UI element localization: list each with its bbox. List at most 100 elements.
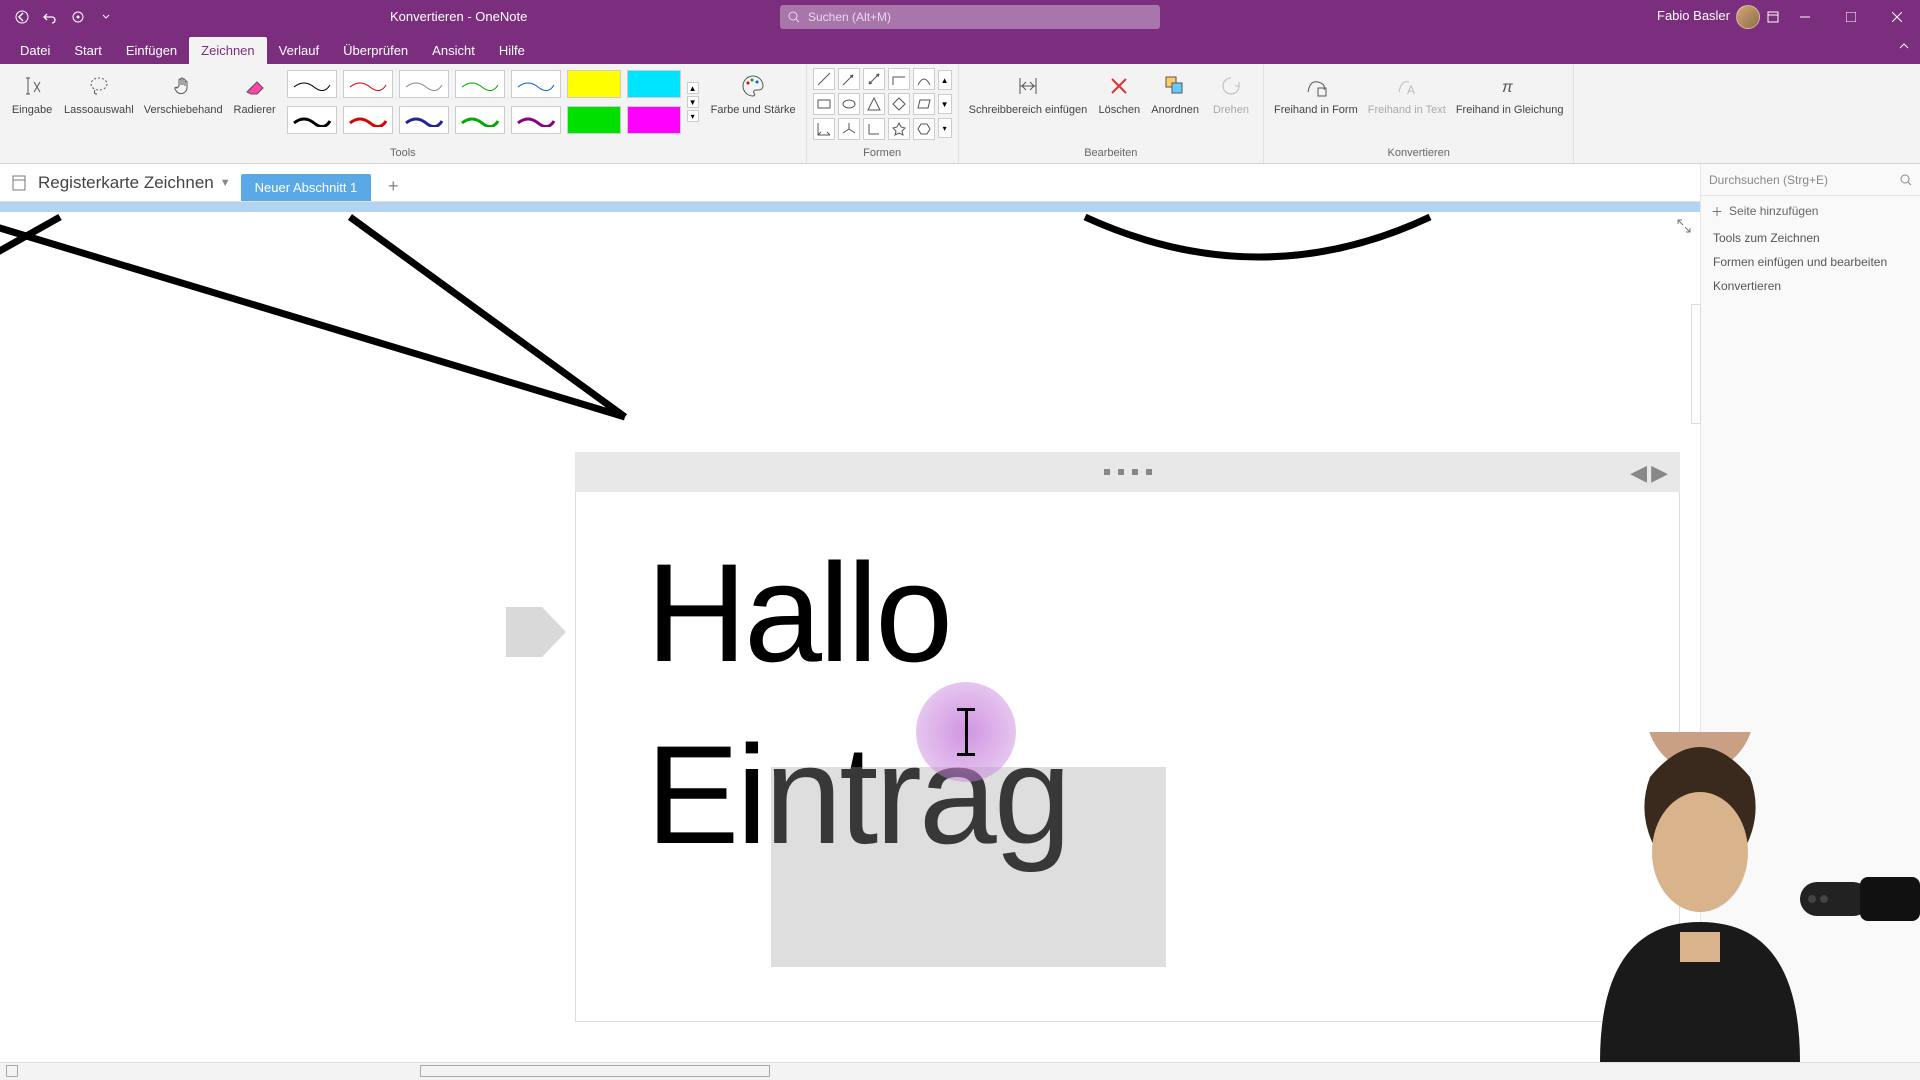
tab-start[interactable]: Start [62, 37, 113, 64]
pen-green-thick[interactable] [455, 106, 505, 134]
search-icon [1900, 174, 1912, 186]
gallery-more-icon[interactable]: ▾ [687, 110, 699, 122]
anordnen-button[interactable]: Anordnen [1147, 68, 1203, 119]
shape-double-arrow[interactable] [863, 68, 885, 90]
highlighter-yellow[interactable] [567, 70, 621, 98]
pen-red-thick[interactable] [343, 106, 393, 134]
shapes-down-icon[interactable]: ▼ [938, 94, 952, 114]
pen-black-thin[interactable] [287, 70, 337, 98]
group-label-tools: Tools [390, 147, 416, 161]
text-selection [771, 767, 1166, 967]
shape-ellipse[interactable] [838, 93, 860, 115]
search-box[interactable]: Suchen (Alt+M) [780, 5, 1160, 29]
pen-red-thin[interactable] [343, 70, 393, 98]
shape-axis-2d[interactable] [863, 118, 885, 140]
page-item-0[interactable]: Tools zum Zeichnen [1701, 226, 1920, 250]
tab-einfuegen[interactable]: Einfügen [114, 37, 189, 64]
ink-to-shape-icon [1300, 70, 1332, 102]
note-next-icon[interactable]: ▶ [1651, 460, 1668, 486]
svg-text:π: π [1502, 79, 1513, 96]
qat-dropdown-icon[interactable] [96, 7, 116, 27]
page-item-1[interactable]: Formen einfügen und bearbeiten [1701, 250, 1920, 274]
hand-icon [167, 70, 199, 102]
touch-mode-icon[interactable] [68, 7, 88, 27]
pen-blue-thick[interactable] [399, 106, 449, 134]
canvas[interactable]: ◀ ▶ Hallo Eintrag [0, 202, 1700, 1062]
add-page-button[interactable]: ＋ Seite hinzufügen [1701, 196, 1920, 226]
shape-arrow[interactable] [838, 68, 860, 90]
shapes-up-icon[interactable]: ▲ [938, 70, 952, 90]
shape-curve[interactable] [913, 68, 935, 90]
highlighter-green[interactable] [567, 106, 621, 134]
tab-hilfe[interactable]: Hilfe [487, 37, 537, 64]
tab-datei[interactable]: Datei [8, 37, 62, 64]
shape-triangle[interactable] [863, 93, 885, 115]
tab-ansicht[interactable]: Ansicht [420, 37, 487, 64]
loeschen-button[interactable]: Löschen [1093, 68, 1145, 119]
qat [0, 7, 116, 27]
section-tab[interactable]: Neuer Abschnitt 1 [241, 174, 372, 201]
ribbon-group-tools: Eingabe Lassoauswahl Verschiebehand Radi… [0, 64, 807, 163]
avatar[interactable] [1736, 5, 1760, 29]
pen-purple-thick[interactable] [511, 106, 561, 134]
notebook-name[interactable]: Registerkarte Zeichnen ▼ [38, 173, 231, 193]
minimize-button[interactable] [1782, 0, 1828, 34]
page-thumb[interactable] [1691, 304, 1701, 424]
user-name[interactable]: Fabio Basler [1657, 8, 1730, 23]
tab-verlauf[interactable]: Verlauf [267, 37, 331, 64]
drag-handle-icon[interactable] [1104, 469, 1152, 475]
gallery-up-icon[interactable]: ▲ [687, 82, 699, 94]
gallery-down-icon[interactable]: ▼ [687, 96, 699, 108]
shape-rect[interactable] [813, 93, 835, 115]
hand-button[interactable]: Verschiebehand [140, 68, 227, 119]
back-icon[interactable] [12, 7, 32, 27]
eingabe-button[interactable]: Eingabe [6, 68, 58, 119]
shape-diamond[interactable] [888, 93, 910, 115]
page-item-2[interactable]: Konvertieren [1701, 274, 1920, 298]
ribbon-display-icon[interactable] [1766, 10, 1780, 24]
collapse-ribbon-icon[interactable] [1898, 40, 1910, 52]
lasso-button[interactable]: Lassoauswahl [60, 68, 138, 119]
page-search[interactable]: Durchsuchen (Strg+E) [1701, 164, 1920, 196]
shape-star[interactable] [888, 118, 910, 140]
pen-blue-thin[interactable] [511, 70, 561, 98]
shape-axis-xy[interactable] [813, 118, 835, 140]
pen-green-thin[interactable] [455, 70, 505, 98]
pen-black-thick[interactable] [287, 106, 337, 134]
tab-ueberpruefen[interactable]: Überprüfen [331, 37, 420, 64]
arrange-icon [1159, 70, 1191, 102]
notebook-icon [10, 174, 28, 192]
search-icon [788, 11, 800, 23]
shape-hexagon[interactable] [913, 118, 935, 140]
shapes-more-icon[interactable]: ▾ [938, 118, 952, 138]
radierer-button[interactable]: Radierer [229, 68, 281, 119]
group-label-bearbeiten: Bearbeiten [1084, 147, 1137, 161]
note-body[interactable]: Hallo Eintrag [575, 492, 1680, 1022]
ribbon-group-bearbeiten: Schreibbereich einfügen Löschen Anordnen… [959, 64, 1264, 163]
shape-elbow[interactable] [888, 68, 910, 90]
highlighter-cyan[interactable] [627, 70, 681, 98]
delete-icon [1103, 70, 1135, 102]
ribbon: Eingabe Lassoauswahl Verschiebehand Radi… [0, 64, 1920, 164]
note-header[interactable]: ◀ ▶ [575, 452, 1680, 492]
maximize-button[interactable] [1828, 0, 1874, 34]
undo-icon[interactable] [40, 7, 60, 27]
freihand-text-button: A Freihand in Text [1364, 68, 1450, 119]
tab-zeichnen[interactable]: Zeichnen [189, 37, 266, 64]
freihand-form-button[interactable]: Freihand in Form [1270, 68, 1362, 119]
expand-icon[interactable] [1676, 218, 1694, 236]
note-container[interactable]: ◀ ▶ Hallo Eintrag [575, 452, 1680, 1022]
freihand-gleichung-button[interactable]: π Freihand in Gleichung [1452, 68, 1568, 119]
add-section-button[interactable]: + [381, 175, 405, 199]
triangle-edge-2 [350, 217, 625, 417]
note-text-line1[interactable]: Hallo [646, 522, 1609, 704]
shape-line[interactable] [813, 68, 835, 90]
highlighter-magenta[interactable] [627, 106, 681, 134]
schreibbereich-button[interactable]: Schreibbereich einfügen [965, 68, 1092, 119]
shape-axis-3d[interactable] [838, 118, 860, 140]
farbe-button[interactable]: Farbe und Stärke [707, 68, 800, 119]
close-button[interactable] [1874, 0, 1920, 34]
shape-parallelogram[interactable] [913, 93, 935, 115]
pen-gray-thin[interactable] [399, 70, 449, 98]
note-prev-icon[interactable]: ◀ [1630, 460, 1647, 486]
